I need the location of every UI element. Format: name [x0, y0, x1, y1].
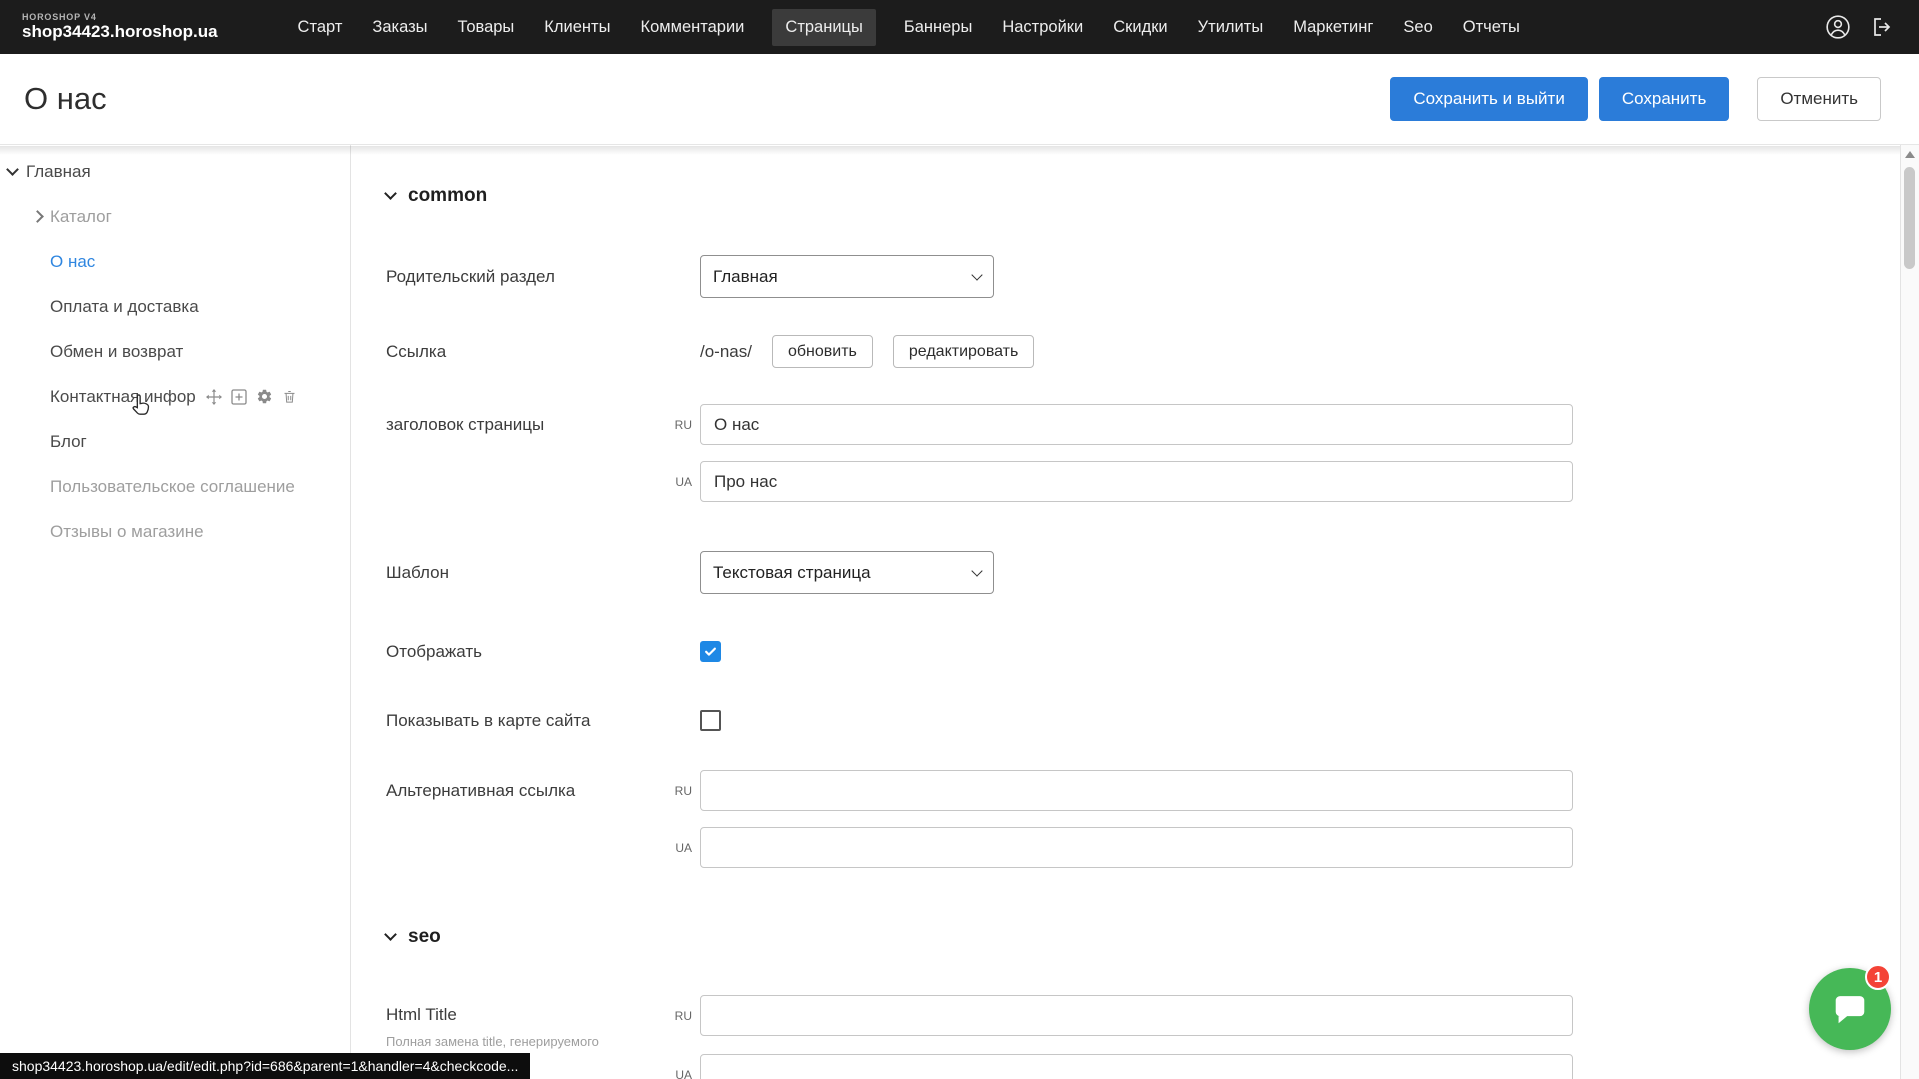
- tree-item-label: Пользовательское соглашение: [50, 477, 295, 497]
- lang-tag-ru: RU: [662, 784, 692, 798]
- logout-icon[interactable]: [1871, 15, 1895, 39]
- brand-logo[interactable]: HOROSHOP V4 shop34423.horoshop.ua: [22, 13, 218, 40]
- tree-item-label: Каталог: [50, 207, 112, 227]
- section-seo-label: seo: [408, 926, 441, 948]
- drag-icon[interactable]: [206, 389, 222, 405]
- menu-item-pages[interactable]: Страницы: [772, 9, 875, 46]
- template-select[interactable]: Текстовая страница: [700, 551, 994, 594]
- lang-tag-ua: UA: [662, 841, 692, 855]
- menu-item-utilities[interactable]: Утилиты: [1196, 10, 1266, 45]
- menu-item-products[interactable]: Товары: [456, 10, 517, 45]
- sidebar-item-glavnaya[interactable]: Главная: [0, 149, 350, 194]
- tree-item-label: О нас: [50, 252, 95, 272]
- tree-item-label: Контактная инфор: [50, 387, 196, 407]
- menu-item-discounts[interactable]: Скидки: [1111, 10, 1169, 45]
- page-header: О нас Сохранить и выйти Сохранить Отмени…: [0, 54, 1919, 145]
- lang-tag-ru: RU: [662, 418, 692, 432]
- tree-item-label: Главная: [26, 162, 91, 182]
- pages-tree-sidebar: Главная Каталог О нас Оплата и доставка …: [0, 145, 351, 1079]
- page-title-field-label: заголовок страницы: [386, 415, 662, 435]
- sidebar-item-kontaktnaya[interactable]: Контактная инфор: [0, 374, 350, 419]
- menu-item-comments[interactable]: Комментарии: [638, 10, 746, 45]
- main-menu: Старт Заказы Товары Клиенты Комментарии …: [296, 9, 1522, 46]
- lang-tag-ua: UA: [662, 475, 692, 489]
- section-common-label: common: [408, 185, 487, 207]
- menu-item-start[interactable]: Старт: [296, 10, 345, 45]
- topbar: HOROSHOP V4 shop34423.horoshop.ua Старт …: [0, 0, 1919, 54]
- tree-item-actions: [206, 388, 297, 405]
- scroll-up-arrow-icon[interactable]: [1905, 151, 1915, 158]
- sidebar-item-obmen[interactable]: Обмен и возврат: [0, 329, 350, 374]
- html-title-label-block: Html Title Полная замена title, генериру…: [386, 995, 662, 1049]
- display-checkbox[interactable]: [700, 641, 721, 662]
- delete-trash-icon[interactable]: [282, 388, 297, 405]
- chevron-down-icon: [6, 163, 19, 176]
- scrollbar-thumb[interactable]: [1904, 167, 1915, 269]
- sidebar-item-blog[interactable]: Блог: [0, 419, 350, 464]
- chevron-down-icon: [971, 565, 982, 576]
- template-label: Шаблон: [386, 563, 700, 583]
- parent-section-label: Родительский раздел: [386, 267, 700, 287]
- menu-item-reports[interactable]: Отчеты: [1461, 10, 1522, 45]
- add-icon[interactable]: [231, 389, 247, 405]
- html-title-ru-input[interactable]: [700, 995, 1573, 1036]
- link-update-button[interactable]: обновить: [772, 335, 873, 368]
- tree-item-label: Обмен и возврат: [50, 342, 183, 362]
- tree-item-label: Отзывы о магазине: [50, 522, 204, 542]
- chat-widget-button[interactable]: 1: [1809, 968, 1891, 1050]
- cancel-button[interactable]: Отменить: [1757, 77, 1881, 121]
- menu-item-clients[interactable]: Клиенты: [542, 10, 612, 45]
- sitemap-checkbox[interactable]: [700, 710, 721, 731]
- link-label: Ссылка: [386, 342, 700, 362]
- chevron-down-icon: [384, 187, 397, 200]
- menu-item-banners[interactable]: Баннеры: [902, 10, 974, 45]
- template-value: Текстовая страница: [713, 563, 871, 583]
- alt-link-label: Альтернативная ссылка: [386, 781, 662, 801]
- sidebar-item-o-nas[interactable]: О нас: [0, 239, 350, 284]
- sidebar-item-otzyvy[interactable]: Отзывы о магазине: [0, 509, 350, 554]
- section-seo[interactable]: seo: [386, 926, 441, 948]
- sidebar-item-oplata[interactable]: Оплата и доставка: [0, 284, 350, 329]
- sidebar-item-katalog[interactable]: Каталог: [0, 194, 350, 239]
- chevron-down-icon: [971, 269, 982, 280]
- menu-item-settings[interactable]: Настройки: [1000, 10, 1085, 45]
- html-title-hint: Полная замена title, генерируемого: [386, 1034, 662, 1049]
- html-title-ua-input[interactable]: [700, 1054, 1573, 1079]
- display-label: Отображать: [386, 642, 700, 662]
- brand-domain-label: shop34423.horoshop.ua: [22, 23, 218, 41]
- link-value: /o-nas/: [700, 342, 752, 362]
- save-and-exit-button[interactable]: Сохранить и выйти: [1390, 77, 1587, 121]
- vertical-scrollbar[interactable]: [1900, 145, 1919, 1079]
- section-common[interactable]: common: [386, 185, 487, 207]
- link-status-bar: shop34423.horoshop.ua/edit/edit.php?id=6…: [0, 1053, 530, 1079]
- parent-section-select[interactable]: Главная: [700, 255, 994, 298]
- link-edit-button[interactable]: редактировать: [893, 335, 1034, 368]
- sitemap-label: Показывать в карте сайта: [386, 711, 700, 731]
- parent-section-value: Главная: [713, 267, 778, 287]
- page-title: О нас: [24, 81, 107, 117]
- alt-link-ua-input[interactable]: [700, 827, 1573, 868]
- menu-item-orders[interactable]: Заказы: [370, 10, 429, 45]
- alt-link-ru-input[interactable]: [700, 770, 1573, 811]
- menu-item-marketing[interactable]: Маркетинг: [1291, 10, 1375, 45]
- tree-item-label: Блог: [50, 432, 87, 452]
- lang-tag-ua: UA: [662, 1068, 692, 1079]
- tree-item-label: Оплата и доставка: [50, 297, 199, 317]
- html-title-label: Html Title: [386, 1005, 457, 1024]
- chevron-right-icon: [31, 210, 44, 223]
- save-button[interactable]: Сохранить: [1599, 77, 1729, 121]
- chevron-down-icon: [384, 928, 397, 941]
- page-title-ua-input[interactable]: [700, 461, 1573, 502]
- account-icon[interactable]: [1825, 14, 1851, 40]
- settings-gear-icon[interactable]: [256, 388, 273, 405]
- page-title-ru-input[interactable]: [700, 404, 1573, 445]
- lang-tag-ru: RU: [662, 1009, 692, 1023]
- menu-item-seo[interactable]: Seo: [1401, 10, 1434, 45]
- chat-unread-badge: 1: [1865, 964, 1891, 990]
- edit-form: common Родительский раздел Главная Ссылк…: [351, 145, 1900, 1079]
- sidebar-item-soglashenie[interactable]: Пользовательское соглашение: [0, 464, 350, 509]
- chat-bubble-icon: [1830, 989, 1870, 1029]
